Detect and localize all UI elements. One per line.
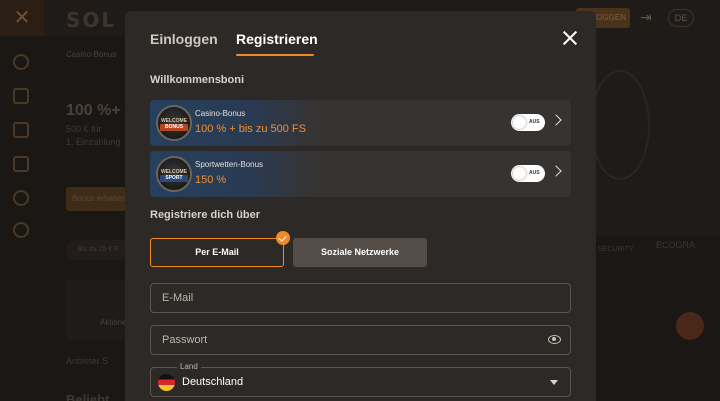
welcome-bonus-heading: Willkommensboni bbox=[150, 74, 245, 86]
active-tab-indicator bbox=[236, 54, 314, 56]
chevron-right-icon[interactable] bbox=[550, 114, 562, 126]
badge-ribbon: BONUS bbox=[160, 124, 188, 131]
email-field[interactable]: E-Mail bbox=[150, 283, 571, 313]
country-select[interactable]: Deutschland bbox=[150, 367, 571, 397]
password-placeholder: Passwort bbox=[162, 334, 208, 346]
country-label: Land bbox=[177, 362, 201, 371]
toggle-label: AUS bbox=[529, 119, 540, 125]
sports-bonus-row[interactable]: WELCOME SPORT Sportwetten-Bonus 150 % AU… bbox=[150, 151, 571, 197]
casino-bonus-toggle[interactable]: AUS bbox=[511, 114, 545, 131]
register-via-heading: Registriere dich über bbox=[150, 209, 261, 221]
registration-modal: Einloggen Registrieren Willkommensboni W… bbox=[125, 11, 596, 401]
casino-bonus-badge-icon: WELCOME BONUS bbox=[156, 105, 192, 141]
password-field[interactable]: Passwort bbox=[150, 325, 571, 355]
caret-down-icon[interactable] bbox=[550, 380, 558, 385]
toggle-label: AUS bbox=[529, 170, 540, 176]
bonus-value: 150 % bbox=[195, 174, 227, 186]
tab-register[interactable]: Registrieren bbox=[236, 31, 318, 47]
bonus-title: Sportwetten-Bonus bbox=[195, 160, 264, 169]
social-method-button[interactable]: Soziale Netzwerke bbox=[293, 238, 427, 267]
bonus-value: 100 % + bis zu 500 FS bbox=[195, 123, 306, 135]
email-method-button[interactable]: Per E-Mail bbox=[150, 238, 284, 267]
chevron-right-icon[interactable] bbox=[550, 165, 562, 177]
sports-bonus-badge-icon: WELCOME SPORT bbox=[156, 156, 192, 192]
casino-bonus-row[interactable]: WELCOME BONUS Casino-Bonus 100 % + bis z… bbox=[150, 100, 571, 146]
check-icon bbox=[276, 231, 290, 245]
tab-login[interactable]: Einloggen bbox=[150, 31, 218, 47]
sports-bonus-toggle[interactable]: AUS bbox=[511, 165, 545, 182]
germany-flag-icon bbox=[158, 374, 175, 391]
bonus-title: Casino-Bonus bbox=[195, 109, 246, 118]
close-icon[interactable] bbox=[559, 27, 581, 49]
toggle-knob bbox=[513, 167, 526, 180]
badge-ribbon: SPORT bbox=[160, 175, 188, 182]
toggle-knob bbox=[513, 116, 526, 129]
email-placeholder: E-Mail bbox=[162, 292, 194, 304]
country-value: Deutschland bbox=[182, 376, 244, 388]
eye-icon[interactable] bbox=[548, 335, 561, 344]
